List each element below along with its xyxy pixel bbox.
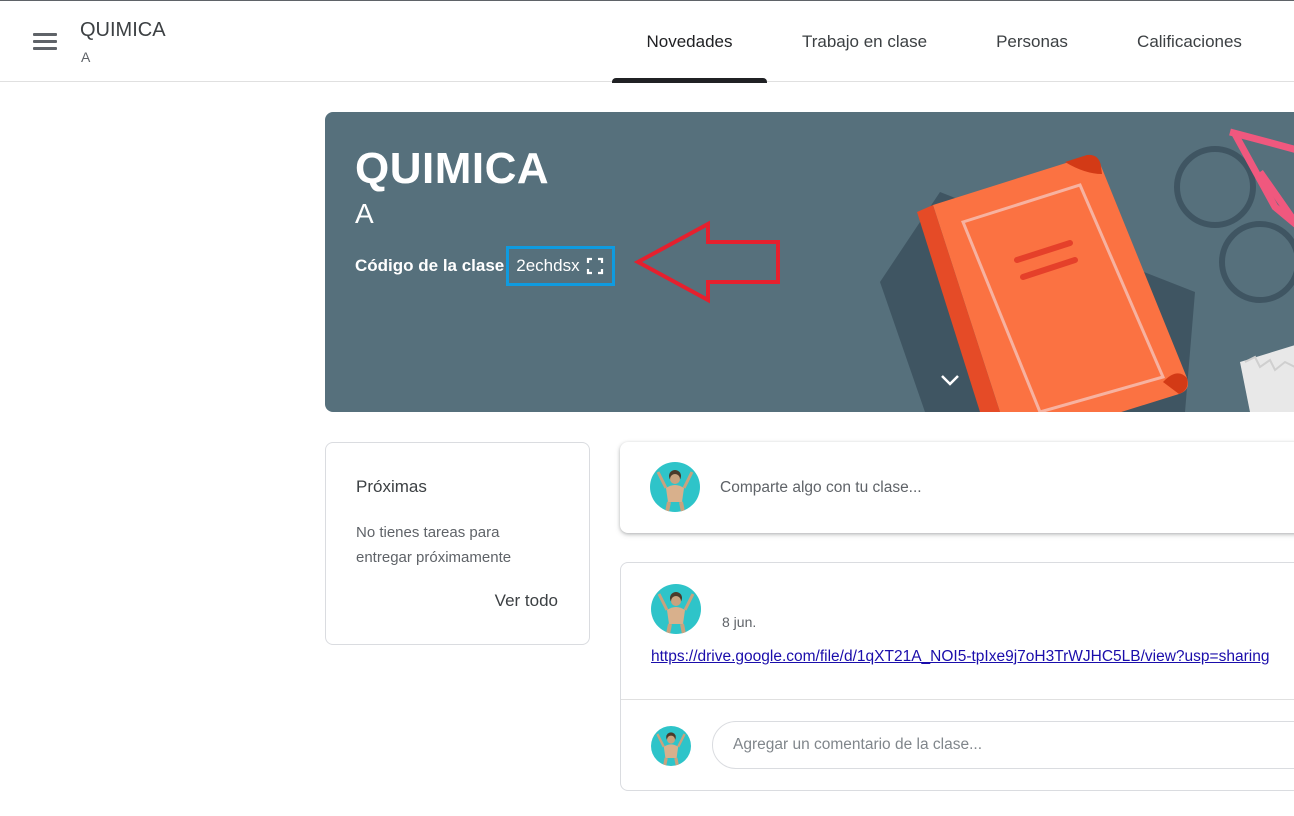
banner-class-section: A (355, 198, 374, 229)
share-placeholder: Comparte algo con tu clase... (720, 479, 922, 496)
banner-class-title: QUIMICA (355, 144, 550, 193)
tab-personas[interactable]: Personas (962, 1, 1102, 83)
class-section: A (81, 49, 91, 65)
class-code-label: Código de la clase (355, 256, 505, 275)
class-code-row: Código de la clase 2echdsx (355, 246, 615, 286)
avatar (651, 726, 691, 766)
book-illustration-icon (880, 128, 1294, 412)
hamburger-menu-icon[interactable] (22, 23, 68, 63)
fullscreen-icon[interactable] (586, 257, 604, 275)
class-banner: QUIMICA A Código de la clase 2echdsx (325, 112, 1294, 412)
tab-calificaciones[interactable]: Calificaciones (1102, 1, 1277, 83)
avatar (650, 462, 700, 512)
upcoming-title: Próximas (356, 477, 427, 496)
view-all-button[interactable]: Ver todo (495, 591, 558, 611)
upcoming-card: Próximas No tienes tareas para entregar … (325, 442, 590, 645)
class-title[interactable]: QUIMICA (80, 19, 166, 42)
upcoming-empty-text: No tienes tareas para entregar próximame… (356, 524, 512, 566)
class-code-value: 2echdsx (516, 256, 580, 275)
tab-novedades[interactable]: Novedades (612, 1, 767, 83)
post-drive-link[interactable]: https://drive.google.com/file/d/1qXT21A_… (651, 648, 1269, 666)
tab-bar: Novedades Trabajo en clase Personas Cali… (612, 1, 1277, 83)
avatar (651, 584, 701, 634)
tab-trabajo-en-clase[interactable]: Trabajo en clase (767, 1, 962, 83)
annotation-arrow-icon (633, 220, 780, 304)
divider (621, 699, 1294, 700)
chevron-down-icon[interactable] (938, 372, 962, 388)
top-app-bar: QUIMICA A Novedades Trabajo en clase Per… (0, 0, 1294, 83)
stream-post: 8 jun. https://drive.google.com/file/d/1… (620, 562, 1294, 791)
post-date: 8 jun. (722, 614, 757, 630)
share-with-class-box[interactable]: Comparte algo con tu clase... (620, 442, 1294, 533)
class-code-highlight-box: 2echdsx (506, 246, 615, 286)
class-comment-input[interactable]: Agregar un comentario de la clase... (712, 721, 1294, 769)
